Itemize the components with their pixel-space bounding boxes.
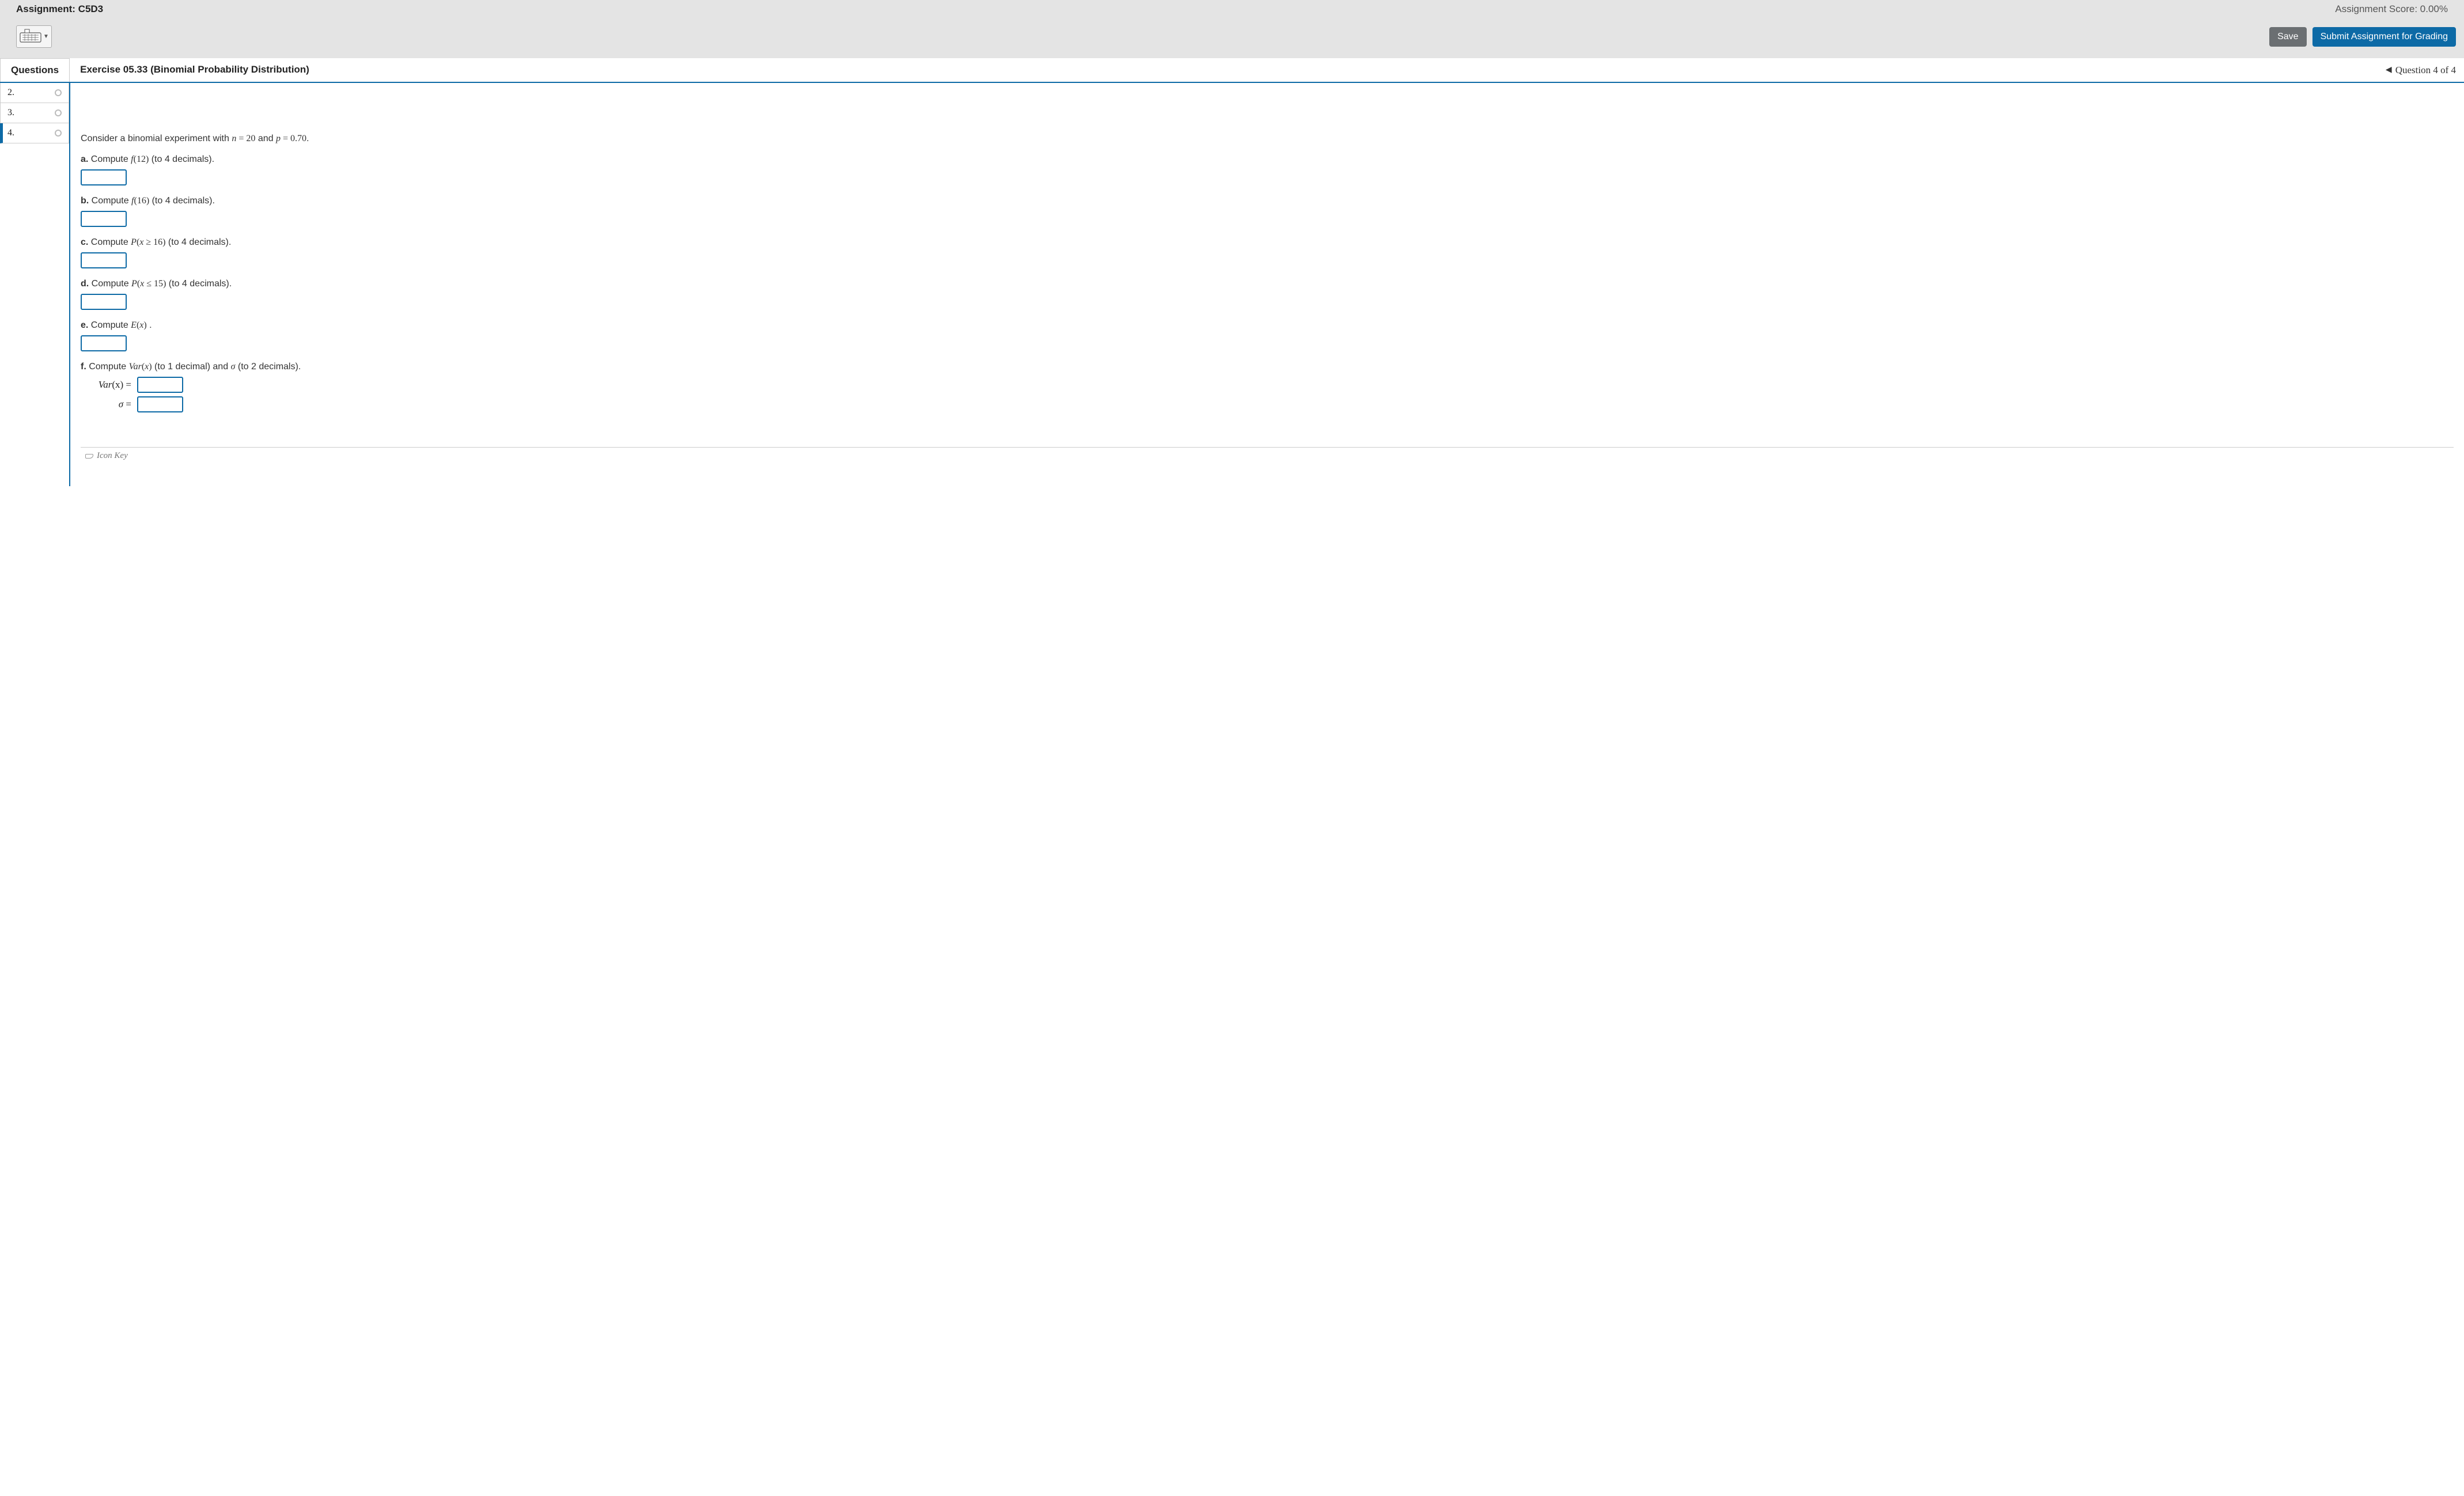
question-position-text: Question 4 of 4 (2395, 65, 2456, 76)
part-f-prompt: f. Compute Var(x) (to 1 decimal) and σ (… (81, 362, 2454, 372)
part-d-prompt: d. Compute P(x ≤ 15) (to 4 decimals). (81, 279, 2454, 289)
question-number: 2. (7, 88, 14, 98)
assignment-title: Assignment: C5D3 (16, 3, 103, 15)
submit-assignment-button[interactable]: Submit Assignment for Grading (2312, 27, 2456, 47)
question-number: 4. (7, 128, 14, 138)
part-a-input[interactable] (81, 169, 127, 185)
question-header-bar: Questions Exercise 05.33 (Binomial Proba… (0, 58, 2464, 83)
part-e-prompt: e. Compute E(x) . (81, 320, 2454, 331)
sidebar-item-q4[interactable]: 4. (0, 123, 69, 143)
top-bar: Assignment: C5D3 Assignment Score: 0.00%… (0, 0, 2464, 58)
part-f-sigma-row: σ = (81, 396, 2454, 412)
part-f-sigma-input[interactable] (137, 396, 183, 412)
key-icon (85, 454, 93, 459)
question-position-nav[interactable]: ◀ Question 4 of 4 (2386, 65, 2456, 76)
assignment-score: Assignment Score: 0.00% (2335, 3, 2448, 15)
sidebar-item-q2[interactable]: 2. (0, 83, 69, 103)
keyboard-icon (19, 27, 42, 46)
part-e-input[interactable] (81, 335, 127, 351)
chevron-down-icon: ▼ (43, 33, 49, 40)
keyboard-toggle-button[interactable]: ▼ (16, 25, 52, 48)
part-f-var-input[interactable] (137, 377, 183, 393)
part-d-input[interactable] (81, 294, 127, 310)
part-b-prompt: b. Compute f(16) (to 4 decimals). (81, 196, 2454, 206)
question-content: Consider a binomial experiment with n = … (69, 83, 2464, 486)
problem-intro: Consider a binomial experiment with n = … (81, 134, 2454, 144)
part-f-var-row: Var(x) = (81, 377, 2454, 393)
part-c-prompt: c. Compute P(x ≥ 16) (to 4 decimals). (81, 237, 2454, 248)
questions-header: Questions (0, 58, 70, 82)
sidebar-item-q3[interactable]: 3. (0, 103, 69, 123)
triangle-left-icon: ◀ (2386, 65, 2392, 75)
status-ring-icon (55, 130, 62, 137)
exercise-title: Exercise 05.33 (Binomial Probability Dis… (70, 58, 320, 82)
status-ring-icon (55, 89, 62, 96)
status-ring-icon (55, 109, 62, 116)
save-button[interactable]: Save (2269, 27, 2306, 47)
question-number: 3. (7, 108, 14, 118)
part-b-input[interactable] (81, 211, 127, 227)
part-a-prompt: a. Compute f(12) (to 4 decimals). (81, 154, 2454, 165)
icon-key-link[interactable]: Icon Key (81, 447, 2454, 461)
question-sidebar: 2. 3. 4. (0, 83, 69, 143)
part-c-input[interactable] (81, 252, 127, 268)
